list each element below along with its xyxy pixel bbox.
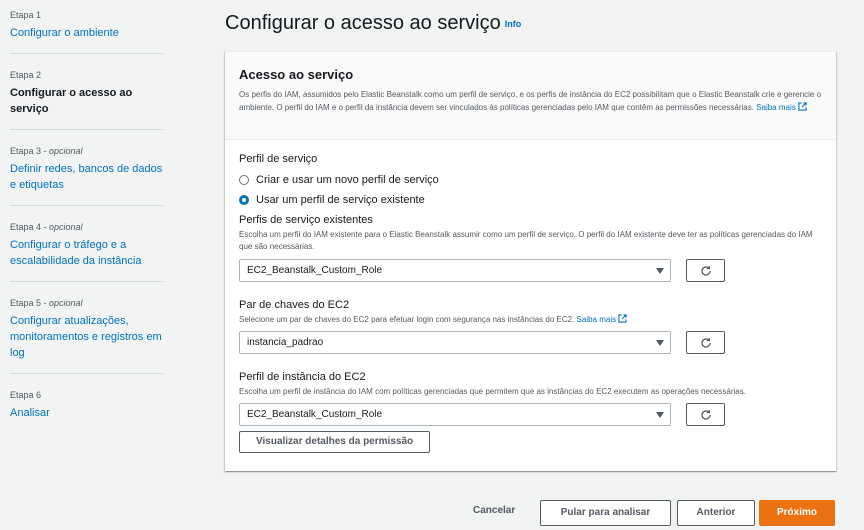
info-link[interactable]: Info xyxy=(505,19,522,29)
step-link-traffic-scaling[interactable]: Configurar o tráfego e a escalabilidade … xyxy=(10,237,163,269)
external-link-icon xyxy=(798,102,807,111)
wizard-footer: Cancelar Pular para analisar Anterior Pr… xyxy=(0,500,864,526)
step-5: Etapa 5 - opcional Configurar atualizaçõ… xyxy=(10,294,163,374)
cancel-button[interactable]: Cancelar xyxy=(473,505,515,516)
step-2: Etapa 2 Configurar o acesso ao serviço xyxy=(10,66,163,130)
step-number: Etapa 2 xyxy=(10,70,42,80)
instance-profile-select[interactable]: EC2_Beanstalk_Custom_Role xyxy=(239,403,671,426)
step-current-service-access: Configurar o acesso ao serviço xyxy=(10,87,133,115)
service-role-label: Perfil de serviço xyxy=(239,153,318,165)
radio-create-new-role[interactable]: Criar e usar um novo perfil de serviço xyxy=(239,172,822,187)
step-3: Etapa 3 - opcional Definir redes, bancos… xyxy=(10,142,163,206)
next-button[interactable]: Próximo xyxy=(759,500,835,526)
external-link-icon xyxy=(618,314,627,323)
refresh-key-pairs-button[interactable] xyxy=(686,331,725,354)
wizard-steps-nav: Etapa 1 Configurar o ambiente Etapa 2 Co… xyxy=(10,6,163,445)
section-title: Acesso ao serviço xyxy=(239,67,354,82)
step-number: Etapa 5 - opcional xyxy=(10,298,83,308)
step-link-networking[interactable]: Definir redes, bancos de dados e etiquet… xyxy=(10,161,163,193)
refresh-icon xyxy=(700,337,711,348)
key-pair-row: instancia_padrao xyxy=(239,331,822,354)
previous-button[interactable]: Anterior xyxy=(677,500,755,526)
existing-roles-label: Perfis de serviço existentes xyxy=(239,214,373,226)
caret-down-icon xyxy=(656,412,664,418)
step-link-updates-monitoring[interactable]: Configurar atualizações, monitoramentos … xyxy=(10,313,163,361)
radio-button[interactable] xyxy=(239,174,249,185)
container-header: Acesso ao serviço Os perfis do IAM, assu… xyxy=(225,52,836,140)
radio-label: Usar um perfil de serviço existente xyxy=(256,193,425,206)
key-pair-select[interactable]: instancia_padrao xyxy=(239,331,671,354)
page-title: Configurar o acesso ao serviço Info xyxy=(225,12,522,34)
refresh-instance-profiles-button[interactable] xyxy=(686,403,725,426)
radio-label: Criar e usar um novo perfil de serviço xyxy=(256,173,439,186)
key-pair-label: Par de chaves do EC2 xyxy=(239,299,350,311)
view-permissions-row: Visualizar detalhes da permissão xyxy=(239,431,822,453)
learn-more-link[interactable]: Saiba mais xyxy=(756,102,807,112)
container-body: Perfil de serviço Criar e usar um novo p… xyxy=(225,140,836,465)
skip-to-review-button[interactable]: Pular para analisar xyxy=(540,500,671,526)
refresh-icon xyxy=(700,265,711,276)
radio-button-selected[interactable] xyxy=(239,194,249,205)
instance-profile-row: EC2_Beanstalk_Custom_Role xyxy=(239,403,822,426)
view-permission-details-button[interactable]: Visualizar detalhes da permissão xyxy=(239,431,431,453)
existing-roles-row: EC2_Beanstalk_Custom_Role xyxy=(239,259,822,282)
step-number: Etapa 1 xyxy=(10,10,42,20)
step-number: Etapa 3 - opcional xyxy=(10,146,83,156)
refresh-icon xyxy=(700,409,711,420)
caret-down-icon xyxy=(656,268,664,274)
step-6: Etapa 6 Analisar xyxy=(10,386,163,433)
step-number: Etapa 4 - opcional xyxy=(10,222,83,232)
step-link-review[interactable]: Analisar xyxy=(10,405,163,421)
service-access-container: Acesso ao serviço Os perfis do IAM, assu… xyxy=(225,51,836,471)
step-4: Etapa 4 - opcional Configurar o tráfego … xyxy=(10,218,163,282)
key-pair-description: Selecione um par de chaves do EC2 para e… xyxy=(239,314,822,326)
existing-roles-description: Escolha um perfil do IAM existente para … xyxy=(239,230,813,251)
step-link-configure-environment[interactable]: Configurar o ambiente xyxy=(10,25,163,41)
caret-down-icon xyxy=(656,340,664,346)
radio-use-existing-role[interactable]: Usar um perfil de serviço existente xyxy=(239,192,822,207)
step-number: Etapa 6 xyxy=(10,390,42,400)
step-1: Etapa 1 Configurar o ambiente xyxy=(10,6,163,54)
refresh-roles-button[interactable] xyxy=(686,259,725,282)
instance-profile-description: Escolha um perfil de instância do IAM co… xyxy=(239,387,746,396)
instance-profile-label: Perfil de instância do EC2 xyxy=(239,371,366,383)
key-pair-learn-more-link[interactable]: Saiba mais xyxy=(577,314,628,324)
section-description: Os perfis do IAM, assumidos pelo Elastic… xyxy=(239,90,822,112)
existing-role-select[interactable]: EC2_Beanstalk_Custom_Role xyxy=(239,259,671,282)
